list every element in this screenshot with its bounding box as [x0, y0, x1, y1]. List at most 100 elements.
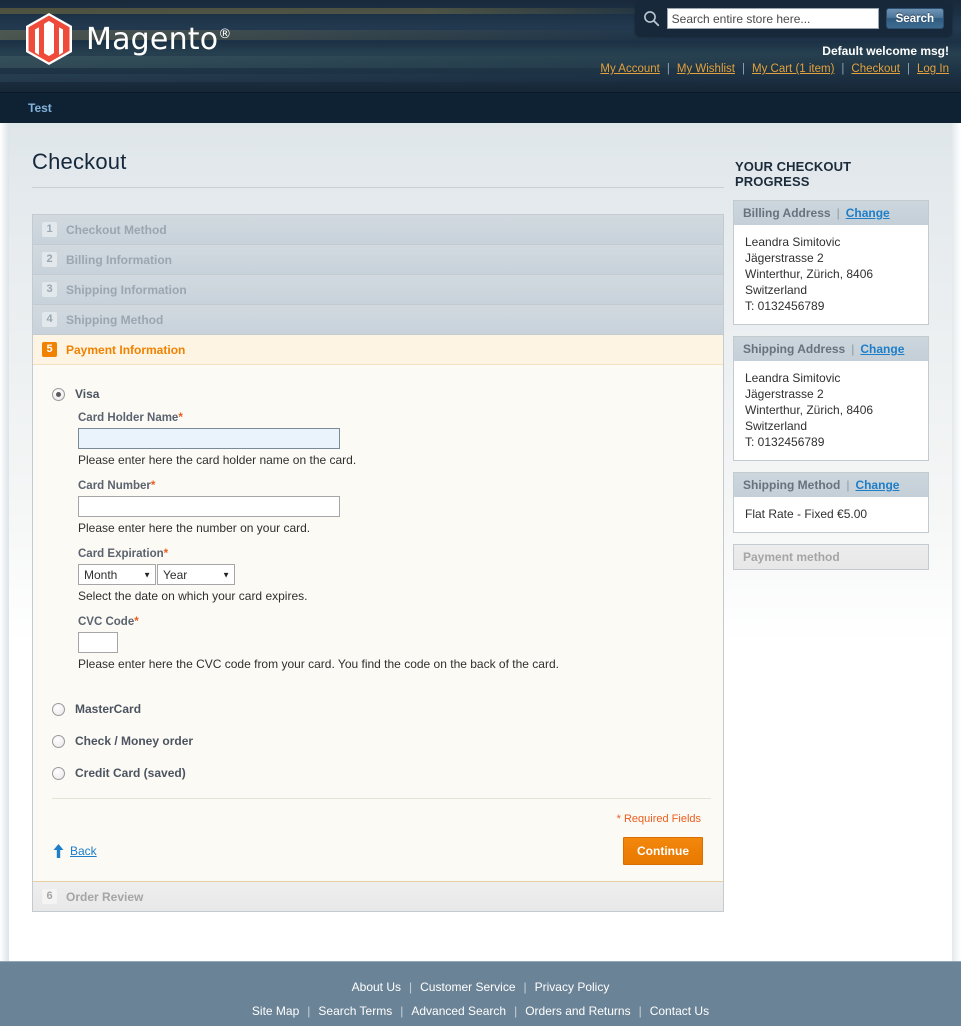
separator: | [400, 1004, 404, 1018]
payment-method-credit-card-saved[interactable]: Credit Card (saved) [45, 766, 711, 780]
footer-link-contact-us[interactable]: Contact Us [650, 1004, 709, 1018]
radio-mastercard[interactable] [52, 702, 65, 716]
field-card-expiration: Card Expiration* Month ▼ Year ▼ Select t… [78, 548, 711, 603]
back-link[interactable]: Back [70, 844, 97, 858]
link-separator: | [841, 63, 845, 75]
magento-logo-icon [26, 13, 72, 65]
progress-block-header: Payment method [734, 545, 928, 569]
address-line: Jägerstrasse 2 [745, 387, 824, 401]
step-number: 4 [42, 312, 57, 327]
search-button[interactable]: Search [885, 8, 944, 29]
site-header: Magento® Search Default welcome msg! My … [0, 0, 961, 92]
link-my-account[interactable]: My Account [600, 63, 659, 75]
payment-information-panel: Visa Card Holder Name* Please enter here… [33, 365, 723, 881]
checkout-step-2[interactable]: 2 Billing Information [33, 245, 723, 275]
payment-method-visa[interactable]: Visa Card Holder Name* Please enter here… [45, 387, 711, 671]
footer-link-privacy-policy[interactable]: Privacy Policy [535, 980, 610, 994]
required-asterisk: * [134, 616, 139, 628]
continue-button[interactable]: Continue [623, 837, 703, 865]
header-streak [0, 74, 961, 82]
cvc-code-input[interactable] [78, 632, 118, 653]
main-column: Checkout 1 Checkout Method 2 Billing Inf… [9, 123, 724, 961]
step-header[interactable]: 4 Shipping Method [33, 305, 723, 334]
step-header[interactable]: 5 Payment Information [33, 335, 723, 365]
step-header[interactable]: 6 Order Review [33, 882, 723, 911]
link-separator: | [666, 63, 670, 75]
step-label: Checkout Method [66, 222, 167, 237]
separator: | [846, 478, 850, 492]
footer-link-customer-service[interactable]: Customer Service [420, 980, 515, 994]
footer-link-orders-and-returns[interactable]: Orders and Returns [525, 1004, 630, 1018]
shipping-method-value: Flat Rate - Fixed €5.00 [745, 507, 868, 521]
footer-link-about-us[interactable]: About Us [352, 980, 401, 994]
address-line: Leandra Simitovic [745, 235, 841, 249]
link-my-cart[interactable]: My Cart (1 item) [752, 63, 834, 75]
step-label: Billing Information [66, 252, 172, 267]
step-header[interactable]: 3 Shipping Information [33, 275, 723, 304]
page-body: Checkout 1 Checkout Method 2 Billing Inf… [0, 123, 961, 961]
year-select-wrap: Year [157, 564, 235, 585]
checkout-step-1[interactable]: 1 Checkout Method [33, 215, 723, 245]
progress-block-shipping-address: Shipping Address | Change Leandra Simito… [733, 336, 929, 461]
card-number-input[interactable] [78, 496, 340, 517]
logo-wordmark: Magento [86, 21, 219, 57]
checkout-step-5[interactable]: 5 Payment Information Visa Card Holder N… [33, 335, 723, 882]
progress-block-payment-method: Payment method [733, 544, 929, 570]
payment-divider [52, 798, 711, 799]
card-expiration-hint: Select the date on which your card expir… [78, 589, 308, 603]
separator: | [307, 1004, 311, 1018]
visa-card-fields: Card Holder Name* Please enter here the … [45, 401, 711, 671]
radio-credit-card-saved[interactable] [52, 766, 65, 780]
progress-block-title: Payment method [743, 550, 840, 564]
title-divider [32, 187, 724, 188]
checkout-step-4[interactable]: 4 Shipping Method [33, 305, 723, 335]
site-logo[interactable]: Magento® [26, 13, 232, 65]
label-text: Card Holder Name [78, 412, 179, 424]
payment-method-check-money-order[interactable]: Check / Money order [45, 734, 711, 748]
step-label: Order Review [66, 889, 144, 904]
label-text: Card Expiration [78, 548, 164, 560]
payment-method-label: MasterCard [75, 702, 142, 716]
radio-visa[interactable] [52, 387, 65, 401]
address-phone: T: 0132456789 [745, 435, 825, 449]
step-label: Payment Information [66, 342, 186, 357]
separator: | [851, 342, 855, 356]
footer-link-site-map[interactable]: Site Map [252, 1004, 299, 1018]
payment-method-row[interactable]: MasterCard [45, 702, 711, 716]
step-header[interactable]: 2 Billing Information [33, 245, 723, 274]
separator: | [836, 206, 840, 220]
card-holder-name-input[interactable] [78, 428, 340, 449]
footer-link-search-terms[interactable]: Search Terms [318, 1004, 392, 1018]
card-expiration-month-select[interactable]: Month [78, 564, 156, 585]
progress-block-header: Shipping Method | Change [734, 473, 928, 497]
search-icon[interactable] [643, 10, 660, 27]
nav-item-test[interactable]: Test [28, 101, 52, 115]
required-fields-note: * Required Fields [616, 813, 701, 825]
payment-method-row[interactable]: Check / Money order [45, 734, 711, 748]
progress-block-header: Shipping Address | Change [734, 337, 928, 361]
payment-method-row[interactable]: Visa [45, 387, 711, 401]
main-navigation: Test [0, 92, 961, 123]
change-billing-address-link[interactable]: Change [846, 206, 890, 220]
step-number: 2 [42, 252, 57, 267]
page-inner: Checkout 1 Checkout Method 2 Billing Inf… [0, 123, 961, 961]
step-header[interactable]: 1 Checkout Method [33, 215, 723, 244]
change-shipping-address-link[interactable]: Change [860, 342, 904, 356]
checkout-step-6[interactable]: 6 Order Review [33, 882, 723, 912]
back-link-wrap[interactable]: Back [53, 844, 97, 858]
footer-link-advanced-search[interactable]: Advanced Search [411, 1004, 506, 1018]
expiration-selects: Month Year [78, 564, 711, 585]
card-expiration-year-select[interactable]: Year [157, 564, 235, 585]
payment-method-mastercard[interactable]: MasterCard [45, 702, 711, 716]
link-log-in[interactable]: Log In [917, 63, 949, 75]
separator: | [514, 1004, 518, 1018]
radio-check-money-order[interactable] [52, 734, 65, 748]
link-checkout[interactable]: Checkout [851, 63, 900, 75]
change-shipping-method-link[interactable]: Change [855, 478, 899, 492]
checkout-step-3[interactable]: 3 Shipping Information [33, 275, 723, 305]
payment-method-row[interactable]: Credit Card (saved) [45, 766, 711, 780]
card-expiration-label: Card Expiration* [78, 548, 711, 560]
field-cvc-code: CVC Code* Please enter here the CVC code… [78, 616, 711, 671]
search-input[interactable] [666, 8, 879, 29]
link-my-wishlist[interactable]: My Wishlist [677, 63, 735, 75]
